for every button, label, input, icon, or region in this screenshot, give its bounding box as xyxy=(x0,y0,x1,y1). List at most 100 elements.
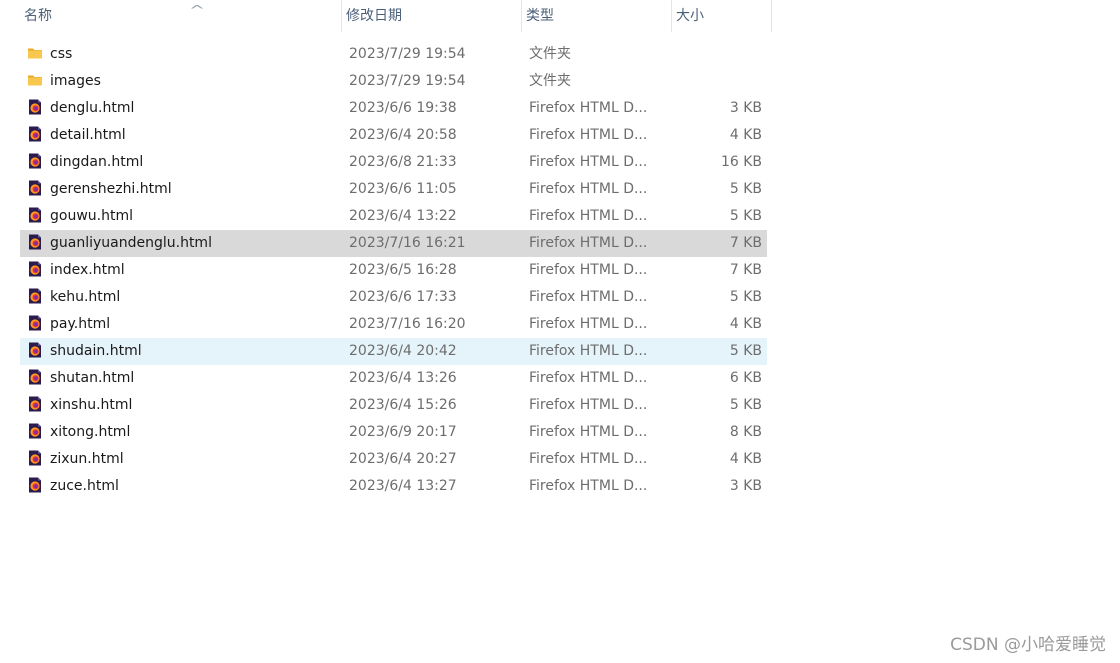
column-header-size-label: 大小 xyxy=(676,8,704,24)
file-name: zixun.html xyxy=(50,451,124,467)
file-size: 8 KB xyxy=(729,424,762,440)
firefox-html-file-icon xyxy=(27,342,43,358)
file-name: css xyxy=(50,46,73,62)
file-size: 7 KB xyxy=(729,235,762,251)
file-size: 5 KB xyxy=(729,208,762,224)
file-size: 3 KB xyxy=(729,100,762,116)
file-type: Firefox HTML D... xyxy=(529,127,648,143)
file-explorer: 名称 ^ 修改日期 类型 大小 css 2023/7/29 19:54 文件夹 ima… xyxy=(0,0,1120,663)
column-header-type-label: 类型 xyxy=(526,8,554,24)
file-name: shutan.html xyxy=(50,370,135,386)
file-size: 3 KB xyxy=(729,478,762,494)
firefox-html-file-icon xyxy=(27,180,43,196)
column-header-bar: 名称 ^ 修改日期 类型 大小 xyxy=(0,0,772,32)
file-size: 16 KB xyxy=(720,154,762,170)
file-row[interactable]: dingdan.html 2023/6/8 21:33 Firefox HTML D… xyxy=(20,149,767,176)
file-size: 5 KB xyxy=(729,181,762,197)
file-name: shudain.html xyxy=(50,343,142,359)
file-size: 5 KB xyxy=(729,343,762,359)
file-name: zuce.html xyxy=(50,478,119,494)
file-modified-date: 2023/6/4 20:58 xyxy=(349,127,457,143)
file-name: xitong.html xyxy=(50,424,131,440)
file-modified-date: 2023/6/5 16:28 xyxy=(349,262,457,278)
file-modified-date: 2023/7/29 19:54 xyxy=(349,46,466,62)
file-name: gerenshezhi.html xyxy=(50,181,172,197)
file-name: gouwu.html xyxy=(50,208,133,224)
column-header-date-label: 修改日期 xyxy=(346,8,402,24)
file-row[interactable]: css 2023/7/29 19:54 文件夹 xyxy=(20,41,767,68)
firefox-html-file-icon xyxy=(27,396,43,412)
file-row[interactable]: kehu.html 2023/6/6 17:33 Firefox HTML D...… xyxy=(20,284,767,311)
firefox-html-file-icon xyxy=(27,207,43,223)
file-modified-date: 2023/6/6 11:05 xyxy=(349,181,457,197)
firefox-html-file-icon xyxy=(27,369,43,385)
file-row[interactable]: shutan.html 2023/6/4 13:26 Firefox HTML D.… xyxy=(20,365,767,392)
firefox-html-file-icon xyxy=(27,126,43,142)
file-modified-date: 2023/6/6 17:33 xyxy=(349,289,457,305)
file-name: xinshu.html xyxy=(50,397,133,413)
file-modified-date: 2023/6/4 13:26 xyxy=(349,370,457,386)
firefox-html-file-icon xyxy=(27,423,43,439)
file-type: Firefox HTML D... xyxy=(529,289,648,305)
file-modified-date: 2023/7/29 19:54 xyxy=(349,73,466,89)
firefox-html-file-icon xyxy=(27,315,43,331)
file-row[interactable]: xitong.html 2023/6/9 20:17 Firefox HTML D.… xyxy=(20,419,767,446)
file-row[interactable]: zuce.html 2023/6/4 13:27 Firefox HTML D...… xyxy=(20,473,767,500)
firefox-html-file-icon xyxy=(27,99,43,115)
file-row[interactable]: detail.html 2023/6/4 20:58 Firefox HTML D.… xyxy=(20,122,767,149)
file-type: Firefox HTML D... xyxy=(529,424,648,440)
file-name: detail.html xyxy=(50,127,126,143)
file-modified-date: 2023/7/16 16:20 xyxy=(349,316,466,332)
file-modified-date: 2023/6/4 13:22 xyxy=(349,208,457,224)
file-row[interactable]: xinshu.html 2023/6/4 15:26 Firefox HTML D.… xyxy=(20,392,767,419)
file-name: kehu.html xyxy=(50,289,121,305)
file-row[interactable]: denglu.html 2023/6/6 19:38 Firefox HTML D.… xyxy=(20,95,767,122)
file-type: Firefox HTML D... xyxy=(529,235,648,251)
file-name: dingdan.html xyxy=(50,154,144,170)
file-row[interactable]: pay.html 2023/7/16 16:20 Firefox HTML D...… xyxy=(20,311,767,338)
watermark: CSDN @小哈爱睡觉 xyxy=(950,635,1106,655)
file-name: denglu.html xyxy=(50,100,135,116)
file-type: 文件夹 xyxy=(529,73,571,89)
firefox-html-file-icon xyxy=(27,153,43,169)
file-size: 4 KB xyxy=(729,316,762,332)
file-modified-date: 2023/6/4 15:26 xyxy=(349,397,457,413)
file-size: 6 KB xyxy=(729,370,762,386)
file-modified-date: 2023/6/4 20:42 xyxy=(349,343,457,359)
file-type: Firefox HTML D... xyxy=(529,451,648,467)
file-modified-date: 2023/7/16 16:21 xyxy=(349,235,466,251)
file-type: Firefox HTML D... xyxy=(529,154,648,170)
file-modified-date: 2023/6/8 21:33 xyxy=(349,154,457,170)
folder-icon xyxy=(27,72,43,88)
firefox-html-file-icon xyxy=(27,288,43,304)
column-header-type[interactable]: 类型 xyxy=(522,0,672,32)
file-list: css 2023/7/29 19:54 文件夹 images 2023/7/29 19:… xyxy=(20,41,767,500)
firefox-html-file-icon xyxy=(27,261,43,277)
file-row[interactable]: gerenshezhi.html 2023/6/6 11:05 Firefox HT… xyxy=(20,176,767,203)
firefox-html-file-icon xyxy=(27,450,43,466)
file-name: pay.html xyxy=(50,316,111,332)
file-type: Firefox HTML D... xyxy=(529,208,648,224)
file-modified-date: 2023/6/6 19:38 xyxy=(349,100,457,116)
file-name: guanliyuandenglu.html xyxy=(50,235,212,251)
column-header-name[interactable]: 名称 ^ xyxy=(20,0,342,32)
file-modified-date: 2023/6/9 20:17 xyxy=(349,424,457,440)
column-header-date[interactable]: 修改日期 xyxy=(342,0,522,32)
file-type: Firefox HTML D... xyxy=(529,343,648,359)
column-header-size[interactable]: 大小 xyxy=(672,0,772,32)
column-header-name-label: 名称 xyxy=(24,8,52,24)
file-size: 4 KB xyxy=(729,127,762,143)
file-row[interactable]: shudain.html 2023/6/4 20:42 Firefox HTML D… xyxy=(20,338,767,365)
folder-icon xyxy=(27,45,43,61)
file-size: 5 KB xyxy=(729,397,762,413)
file-row[interactable]: index.html 2023/6/5 16:28 Firefox HTML D..… xyxy=(20,257,767,284)
file-type: Firefox HTML D... xyxy=(529,262,648,278)
file-row[interactable]: gouwu.html 2023/6/4 13:22 Firefox HTML D..… xyxy=(20,203,767,230)
file-size: 4 KB xyxy=(729,451,762,467)
file-size: 7 KB xyxy=(729,262,762,278)
firefox-html-file-icon xyxy=(27,477,43,493)
file-row[interactable]: zixun.html 2023/6/4 20:27 Firefox HTML D..… xyxy=(20,446,767,473)
file-row[interactable]: guanliyuandenglu.html 2023/7/16 16:21 Fire… xyxy=(20,230,767,257)
file-type: Firefox HTML D... xyxy=(529,100,648,116)
file-row[interactable]: images 2023/7/29 19:54 文件夹 xyxy=(20,68,767,95)
